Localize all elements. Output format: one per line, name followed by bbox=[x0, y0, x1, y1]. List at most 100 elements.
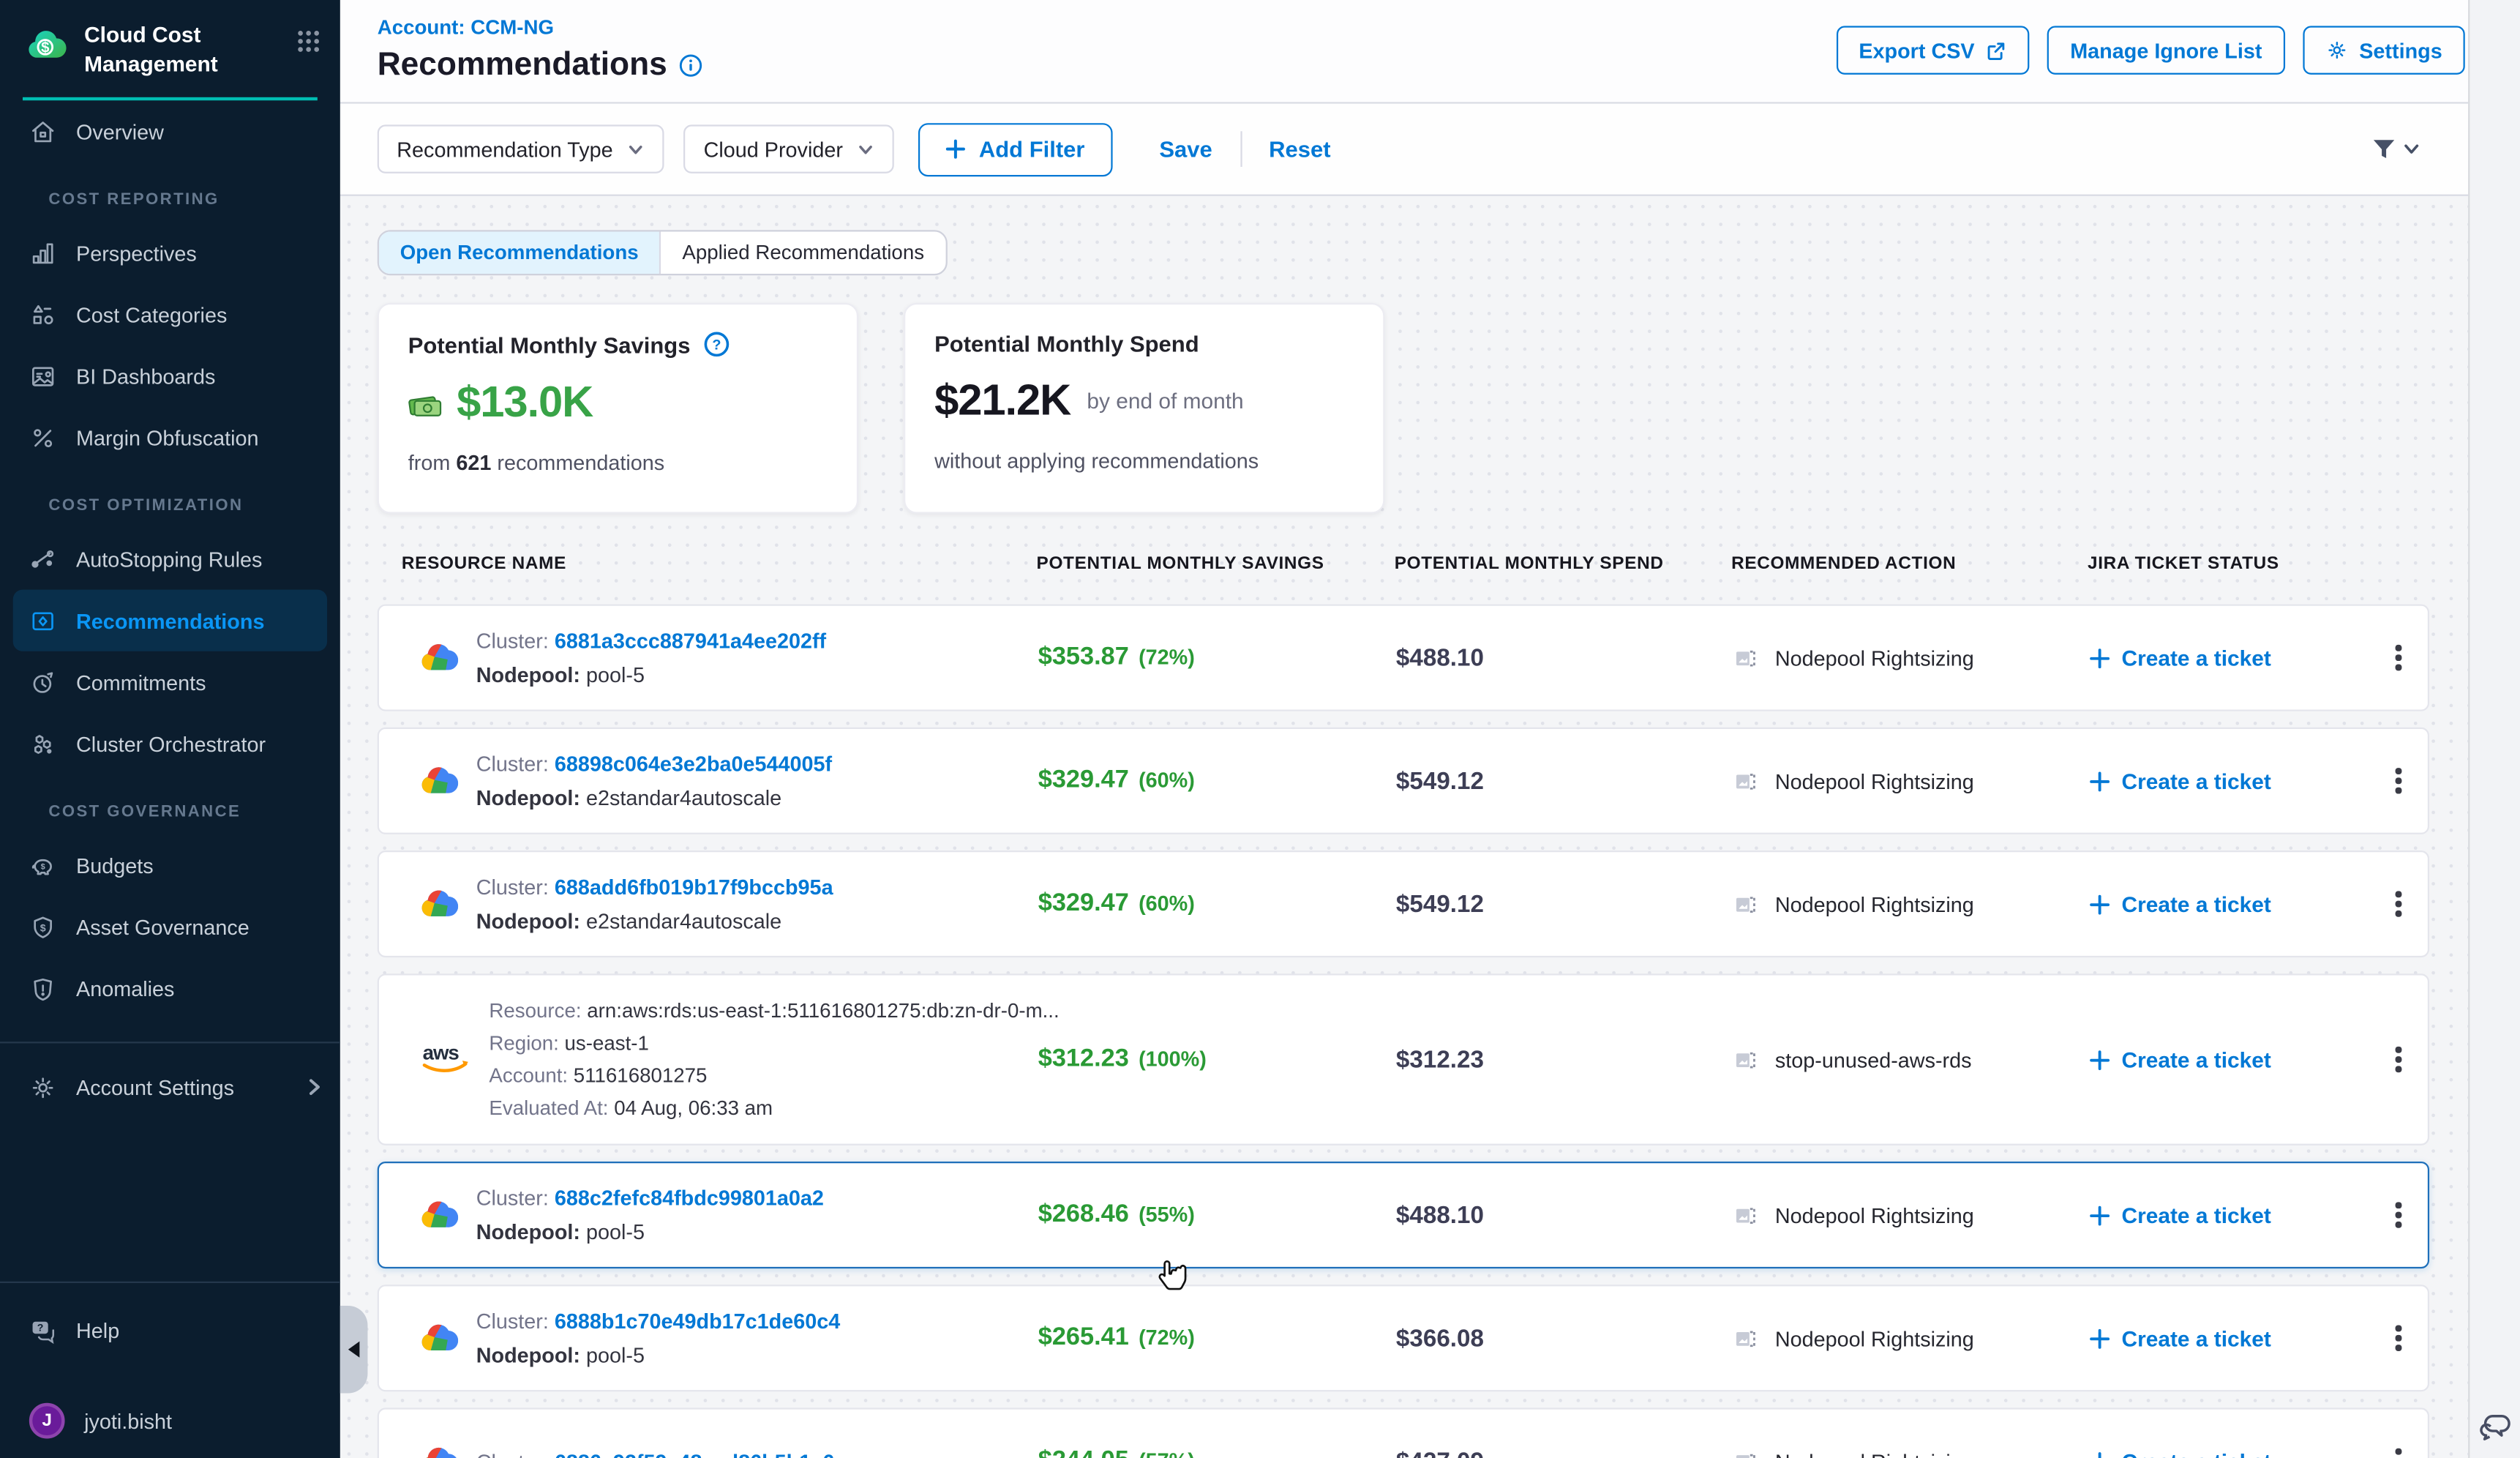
plus-icon bbox=[2089, 1328, 2110, 1349]
export-csv-button[interactable]: Export CSV bbox=[1836, 26, 2030, 74]
create-ticket-button[interactable]: Create a ticket bbox=[2065, 891, 2366, 916]
gcp-logo-icon bbox=[418, 637, 460, 679]
tab-open-recommendations[interactable]: Open Recommendations bbox=[379, 232, 659, 274]
resource-value: 511616801275 bbox=[574, 1064, 708, 1087]
recommendation-type-dropdown[interactable]: Recommendation Type bbox=[378, 124, 665, 173]
resource-cell: Cluster: 6888b1c70e49db17c1de60c4Nodepoo… bbox=[379, 1304, 1014, 1372]
app-switcher-icon[interactable] bbox=[296, 29, 320, 53]
row-menu-button[interactable] bbox=[2366, 878, 2431, 930]
cloud-provider-dropdown[interactable]: Cloud Provider bbox=[684, 124, 895, 173]
create-ticket-button[interactable]: Create a ticket bbox=[2065, 1449, 2366, 1458]
table-row[interactable]: Cluster: 6886e92f59a48cad86b5b1c6$244.05… bbox=[378, 1407, 2429, 1458]
create-ticket-button[interactable]: Create a ticket bbox=[2065, 1203, 2366, 1227]
kebab-icon bbox=[2396, 641, 2401, 674]
sidebar-item-cost-categories[interactable]: Cost Categories bbox=[0, 284, 340, 345]
gcp-logo-icon bbox=[418, 883, 460, 925]
resource-link[interactable]: 68898c064e3e2ba0e544005f bbox=[555, 752, 832, 776]
create-ticket-button[interactable]: Create a ticket bbox=[2065, 769, 2366, 793]
recommended-action-cell: Nodepool Rightsizing bbox=[1709, 890, 2065, 918]
plus-icon bbox=[947, 139, 967, 159]
sidebar-item-asset-governance[interactable]: $Asset Governance bbox=[0, 896, 340, 957]
sidebar-section-cost-reporting: COST REPORTING bbox=[0, 162, 340, 223]
user-menu[interactable]: J jyoti.bisht bbox=[0, 1383, 340, 1458]
svg-text:$: $ bbox=[40, 921, 46, 933]
table-row[interactable]: Cluster: 6888b1c70e49db17c1de60c4Nodepoo… bbox=[378, 1285, 2429, 1391]
sidebar-item-recommendations[interactable]: Recommendations bbox=[13, 590, 327, 651]
chevron-down-icon bbox=[628, 140, 645, 157]
row-menu-button[interactable] bbox=[2366, 1033, 2431, 1086]
sidebar-item-anomalies[interactable]: Anomalies bbox=[0, 957, 340, 1019]
kebab-icon bbox=[2396, 1321, 2401, 1354]
question-icon[interactable]: ? bbox=[703, 331, 731, 359]
rightsizing-icon bbox=[1733, 890, 1760, 918]
potential-spend-cell: $549.12 bbox=[1372, 890, 1709, 918]
savings-value: $13.0K bbox=[457, 378, 593, 428]
sidebar-item-account-settings[interactable]: Account Settings bbox=[0, 1056, 340, 1118]
chat-launcher-icon[interactable] bbox=[2478, 1410, 2513, 1446]
potential-spend-cell: $312.23 bbox=[1372, 1046, 1709, 1074]
resource-value: arn:aws:rds:us-east-1:511616801275:db:zn… bbox=[587, 1000, 1059, 1023]
resource-value: us-east-1 bbox=[565, 1032, 649, 1055]
table-row[interactable]: Cluster: 688c2fefc84fbdc99801a0a2Nodepoo… bbox=[378, 1162, 2429, 1268]
potential-savings-cell: $312.23(100%) bbox=[1014, 1045, 1372, 1074]
resource-link[interactable]: 6886e92f59a48cad86b5b1c6 bbox=[555, 1449, 834, 1458]
potential-spend-cell: $427.09 bbox=[1372, 1448, 1709, 1458]
sidebar-item-autostopping-rules[interactable]: AutoStopping Rules bbox=[0, 528, 340, 590]
plus-icon bbox=[2089, 1205, 2110, 1226]
shield-alert-icon bbox=[29, 975, 57, 1003]
sidebar-item-cluster-orchestrator[interactable]: Cluster Orchestrator bbox=[0, 713, 340, 774]
resource-link[interactable]: 6881a3ccc887941a4ee202ff bbox=[555, 629, 826, 653]
sidebar-item-commitments[interactable]: Commitments bbox=[0, 651, 340, 713]
sidebar-section-cost-optimization: COST OPTIMIZATION bbox=[0, 468, 340, 528]
sidebar-item-overview[interactable]: Overview bbox=[0, 100, 340, 162]
row-menu-button[interactable] bbox=[2366, 1189, 2431, 1241]
sidebar-item-help[interactable]: ? Help bbox=[0, 1299, 340, 1361]
spend-value: $21.2K bbox=[934, 376, 1070, 427]
manage-ignore-list-button[interactable]: Manage Ignore List bbox=[2047, 26, 2284, 74]
table-row[interactable]: Cluster: 68898c064e3e2ba0e544005fNodepoo… bbox=[378, 728, 2429, 834]
table-row[interactable]: Cluster: 688add6fb019b17f9bccb95aNodepoo… bbox=[378, 850, 2429, 957]
reset-filter-button[interactable]: Reset bbox=[1261, 136, 1339, 162]
savings-subtext: from 621 recommendations bbox=[408, 450, 828, 474]
create-ticket-button[interactable]: Create a ticket bbox=[2065, 646, 2366, 670]
add-filter-button[interactable]: Add Filter bbox=[919, 122, 1112, 176]
resource-value: e2standar4autoscale bbox=[586, 909, 781, 933]
rightsizing-icon bbox=[1733, 1046, 1760, 1074]
gear-icon bbox=[2325, 39, 2348, 61]
resource-cell: Cluster: 688c2fefc84fbdc99801a0a2Nodepoo… bbox=[379, 1181, 1014, 1249]
app-title: Cloud Cost Management bbox=[84, 21, 296, 78]
save-filter-button[interactable]: Save bbox=[1151, 136, 1220, 162]
recommendations-body: Open RecommendationsApplied Recommendati… bbox=[340, 198, 2468, 1458]
avatar: J bbox=[29, 1403, 65, 1439]
resource-cell: Cluster: 6886e92f59a48cad86b5b1c6 bbox=[379, 1440, 1014, 1458]
funnel-icon bbox=[2371, 136, 2396, 162]
column-header-potential-monthly-savings: POTENTIAL MONTHLY SAVINGS bbox=[1012, 554, 1370, 574]
table-row[interactable]: Cluster: 6881a3ccc887941a4ee202ffNodepoo… bbox=[378, 605, 2429, 711]
row-menu-button[interactable] bbox=[2366, 1435, 2431, 1458]
row-menu-button[interactable] bbox=[2366, 632, 2431, 684]
table-row[interactable]: awsResource: arn:aws:rds:us-east-1:51161… bbox=[378, 973, 2429, 1145]
sidebar-item-budgets[interactable]: $Budgets bbox=[0, 834, 340, 896]
svg-text:?: ? bbox=[713, 337, 721, 353]
sidebar-item-bi-dashboards[interactable]: BI Dashboards bbox=[0, 345, 340, 407]
tab-applied-recommendations[interactable]: Applied Recommendations bbox=[659, 232, 945, 274]
resource-link[interactable]: 6888b1c70e49db17c1de60c4 bbox=[555, 1309, 840, 1333]
sidebar-item-margin-obfuscation[interactable]: Margin Obfuscation bbox=[0, 407, 340, 468]
resource-value: pool-5 bbox=[586, 1343, 645, 1367]
resource-value: pool-5 bbox=[586, 1220, 645, 1244]
sidebar: $ Cloud Cost Management OverviewCOST REP… bbox=[0, 0, 340, 1458]
chevron-left-icon bbox=[348, 1342, 359, 1358]
info-icon[interactable] bbox=[678, 53, 702, 78]
create-ticket-button[interactable]: Create a ticket bbox=[2065, 1326, 2366, 1350]
row-menu-button[interactable] bbox=[2366, 1312, 2431, 1364]
settings-button[interactable]: Settings bbox=[2303, 26, 2465, 74]
create-ticket-button[interactable]: Create a ticket bbox=[2065, 1047, 2366, 1072]
clock-icon bbox=[29, 668, 57, 696]
resource-link[interactable]: 688c2fefc84fbdc99801a0a2 bbox=[555, 1186, 824, 1210]
row-menu-button[interactable] bbox=[2366, 755, 2431, 807]
filter-menu-button[interactable] bbox=[2371, 136, 2419, 162]
sidebar-item-perspectives[interactable]: Perspectives bbox=[0, 222, 340, 283]
shield-dollar-icon: $ bbox=[29, 913, 57, 941]
sidebar-collapse-handle[interactable] bbox=[340, 1306, 368, 1394]
resource-link[interactable]: 688add6fb019b17f9bccb95a bbox=[555, 875, 833, 899]
